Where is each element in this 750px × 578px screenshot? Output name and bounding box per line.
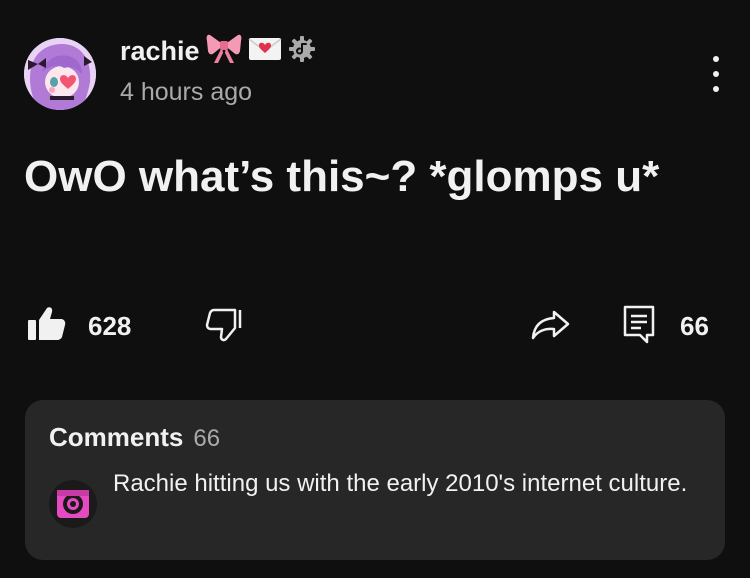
community-post: rachie 4 hours ago OwO what’s this~? *gl… bbox=[0, 0, 750, 578]
menu-dot bbox=[713, 71, 719, 77]
comments-count: 66 bbox=[193, 425, 221, 452]
action-bar: 628 66 bbox=[0, 300, 750, 352]
post-text: OwO what’s this~? *glomps u* bbox=[24, 152, 660, 201]
comments-title: Comments bbox=[49, 422, 184, 452]
thumbs-down-outline-icon bbox=[204, 306, 244, 347]
ribbon-emoji-icon bbox=[206, 33, 242, 70]
comment-count: 66 bbox=[680, 310, 709, 341]
dislike-button[interactable] bbox=[204, 300, 244, 352]
author-avatar[interactable] bbox=[24, 38, 96, 110]
love-letter-emoji-icon bbox=[248, 36, 282, 67]
top-comment-text: Rachie hitting us with the early 2010's … bbox=[113, 470, 688, 497]
like-count: 628 bbox=[88, 310, 132, 341]
post-timestamp: 4 hours ago bbox=[120, 78, 253, 106]
share-arrow-icon bbox=[530, 306, 572, 347]
author-name[interactable]: rachie bbox=[120, 36, 200, 67]
author-row: rachie bbox=[120, 34, 316, 68]
like-button[interactable]: 628 bbox=[26, 300, 131, 352]
menu-dot bbox=[713, 86, 719, 92]
comments-header: Comments 66 bbox=[49, 422, 220, 453]
share-button[interactable] bbox=[530, 300, 572, 352]
thumbs-up-filled-icon bbox=[26, 306, 66, 347]
comments-teaser[interactable]: Comments 66 Rachie hitting us with the e… bbox=[25, 400, 725, 560]
comments-button[interactable]: 66 bbox=[622, 300, 709, 352]
commenter-avatar[interactable] bbox=[49, 480, 97, 528]
more-vert-icon[interactable] bbox=[704, 56, 728, 92]
comment-icon bbox=[622, 304, 656, 349]
verified-gear-icon bbox=[288, 35, 316, 68]
menu-dot bbox=[713, 56, 719, 62]
